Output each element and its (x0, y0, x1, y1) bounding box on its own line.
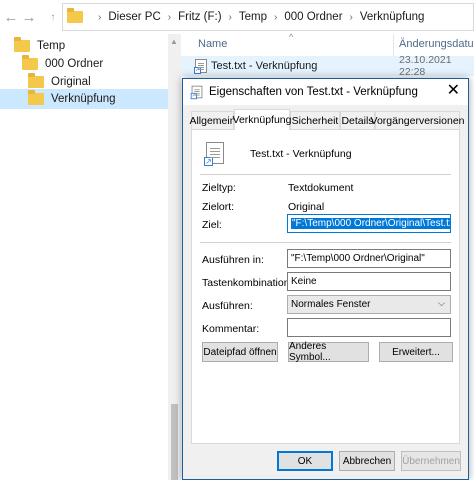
separator (200, 174, 451, 175)
folder-icon (28, 73, 44, 88)
navigation-pane: Temp 000 Ordner Original Verknüpfung (0, 34, 168, 480)
tree-item-verknuepfung[interactable]: Verknüpfung (0, 89, 168, 109)
file-name: Test.txt - Verknüpfung (211, 60, 318, 72)
shortcut-file-icon: ↗ (204, 142, 224, 166)
navigation-scrollbar[interactable]: ▲ (168, 34, 181, 480)
chevron-right-icon[interactable]: › (229, 12, 232, 23)
sort-ascending-icon: ^ (289, 32, 294, 42)
folder-icon (67, 8, 83, 23)
cancel-button[interactable]: Abbrechen (339, 451, 395, 471)
advanced-button[interactable]: Erweitert... (379, 342, 453, 362)
chevron-down-icon[interactable]: ⌵ (438, 298, 445, 309)
start-in-input[interactable]: "F:\Temp\000 Ordner\Original" (287, 249, 451, 268)
apply-button[interactable]: Übernehmen (401, 451, 461, 471)
tree-item-temp[interactable]: Temp (14, 36, 164, 56)
tree-item-label: 000 Ordner (45, 58, 104, 70)
tree-item-label: Temp (37, 40, 66, 52)
run-select-value: Normales Fenster (291, 299, 371, 310)
target-type-value: Textdokument (288, 182, 354, 194)
comment-input[interactable] (287, 318, 451, 337)
up-arrow-icon[interactable]: ↑ (44, 8, 62, 26)
tab-previous-versions[interactable]: Vorgängerversionen (371, 111, 465, 129)
target-input[interactable]: "F:\Temp\000 Ordner\Original\Test.txt" (287, 214, 451, 233)
tab-general[interactable]: Allgemein (189, 111, 236, 129)
scroll-up-icon[interactable]: ▲ (170, 37, 178, 46)
breadcrumb-000-ordner[interactable]: 000 Ordner (284, 11, 342, 23)
address-bar-row: ← → ↑ › Dieser PC › Fritz (F:) › Temp › … (0, 0, 474, 34)
scrollbar-thumb[interactable] (171, 404, 178, 480)
target-label: Ziel: (202, 219, 222, 231)
column-divider[interactable] (393, 34, 394, 56)
breadcrumb-verknuepfung[interactable]: Verknüpfung (360, 11, 425, 23)
column-header-date[interactable]: Änderungsdatum (399, 34, 474, 54)
shortcut-file-icon: ↗ (190, 85, 203, 100)
chevron-right-icon[interactable]: › (350, 12, 353, 23)
dialog-title: Eigenschaften von Test.txt - Verknüpfung (209, 86, 418, 98)
ok-button[interactable]: OK (277, 451, 333, 471)
folder-icon (14, 37, 30, 52)
breadcrumb-temp[interactable]: Temp (239, 11, 267, 23)
comment-label: Kommentar: (202, 323, 260, 335)
tree-item-label: Verknüpfung (51, 93, 116, 105)
chevron-right-icon[interactable]: › (168, 12, 171, 23)
tab-shortcut[interactable]: Verknüpfung (233, 109, 291, 130)
file-date: 23.10.2021 22:28 (399, 54, 452, 78)
separator (200, 242, 451, 243)
address-bar[interactable]: › Dieser PC › Fritz (F:) › Temp › 000 Or… (62, 3, 474, 31)
target-input-value: "F:\Temp\000 Ordner\Original\Test.txt" (291, 218, 450, 229)
start-in-label: Ausführen in: (202, 254, 264, 266)
breadcrumb-drive[interactable]: Fritz (F:) (178, 11, 221, 23)
file-row[interactable]: ↗ Test.txt - Verknüpfung 23.10.2021 22:2… (181, 54, 474, 78)
forward-arrow-icon[interactable]: → (20, 8, 38, 26)
tree-item-label: Original (51, 76, 91, 88)
column-header-name[interactable]: Name (198, 34, 227, 54)
tab-security[interactable]: Sicherheit (290, 111, 340, 129)
chevron-right-icon[interactable]: › (98, 12, 101, 23)
dialog-titlebar[interactable]: ↗ Eigenschaften von Test.txt - Verknüpfu… (183, 79, 468, 105)
folder-icon (22, 55, 38, 70)
target-location-label: Zielort: (202, 201, 235, 213)
tree-item-000-ordner[interactable]: 000 Ordner (22, 54, 164, 74)
shortcut-file-icon: ↗ (194, 59, 207, 74)
target-type-label: Zieltyp: (202, 182, 236, 194)
target-location-value: Original (288, 201, 325, 213)
properties-dialog: ↗ Eigenschaften von Test.txt - Verknüpfu… (182, 78, 469, 480)
shortcut-tab-panel: ↗ Test.txt - Verknüpfung Zieltyp: Textdo… (191, 129, 460, 444)
back-arrow-icon[interactable]: ← (2, 8, 20, 26)
tab-bar: Allgemein Verknüpfung Sicherheit Details… (189, 109, 465, 130)
folder-icon (28, 90, 44, 105)
close-icon[interactable]: ✕ (447, 83, 460, 99)
chevron-right-icon[interactable]: › (274, 12, 277, 23)
change-icon-button[interactable]: Anderes Symbol... (288, 341, 369, 363)
run-label: Ausführen: (202, 300, 253, 312)
hotkey-label: Tastenkombination: (202, 277, 293, 289)
hotkey-input[interactable]: Keine (287, 272, 451, 291)
breadcrumb-this-pc[interactable]: Dieser PC (108, 11, 160, 23)
shortcut-name: Test.txt - Verknüpfung (250, 148, 352, 160)
open-file-location-button[interactable]: Dateipfad öffnen (202, 342, 278, 362)
run-select[interactable]: Normales Fenster ⌵ (287, 295, 451, 314)
